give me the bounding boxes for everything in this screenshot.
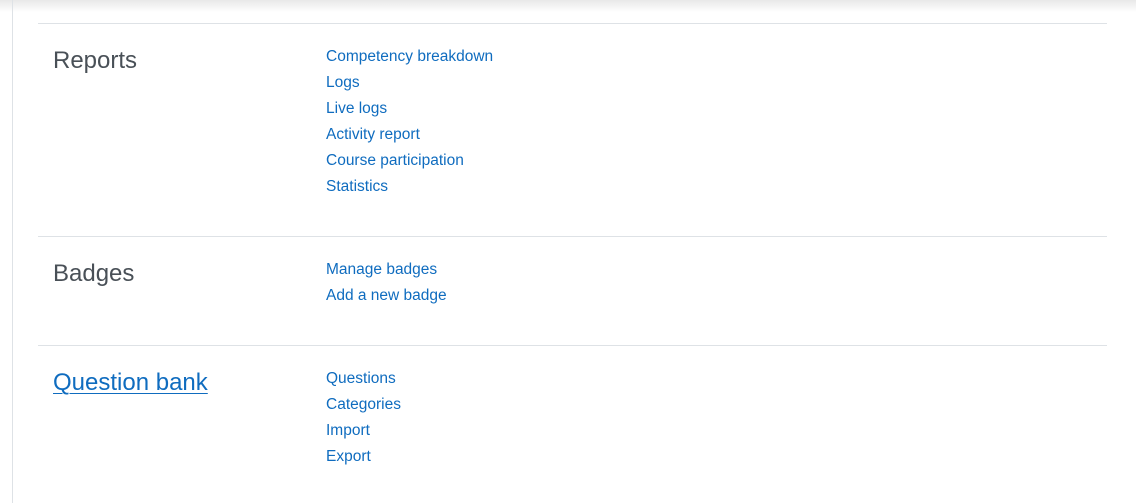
link-competency-breakdown[interactable]: Competency breakdown [326,44,493,70]
link-import[interactable]: Import [326,418,401,444]
section-reports: Reports Competency breakdown Logs Live l… [38,23,1107,237]
link-export[interactable]: Export [326,444,401,470]
link-statistics[interactable]: Statistics [326,174,493,200]
reports-link-list: Competency breakdown Logs Live logs Acti… [326,44,493,200]
section-question-bank: Question bank Questions Categories Impor… [38,345,1107,503]
left-border [12,0,13,503]
badges-link-list: Manage badges Add a new badge [326,257,447,309]
link-categories[interactable]: Categories [326,392,401,418]
link-live-logs[interactable]: Live logs [326,96,493,122]
link-logs[interactable]: Logs [326,70,493,96]
link-questions[interactable]: Questions [326,366,401,392]
question-bank-link-list: Questions Categories Import Export [326,366,401,470]
section-title-question-bank-link[interactable]: Question bank [53,368,208,398]
header-shadow [0,0,1136,12]
link-activity-report[interactable]: Activity report [326,122,493,148]
link-manage-badges[interactable]: Manage badges [326,257,447,283]
section-title-reports: Reports [53,47,138,74]
section-badges: Badges Manage badges Add a new badge [38,236,1107,346]
link-course-participation[interactable]: Course participation [326,148,493,174]
section-title-badges: Badges [53,260,135,287]
course-administration-page: Reports Competency breakdown Logs Live l… [0,0,1136,503]
link-add-new-badge[interactable]: Add a new badge [326,283,447,309]
